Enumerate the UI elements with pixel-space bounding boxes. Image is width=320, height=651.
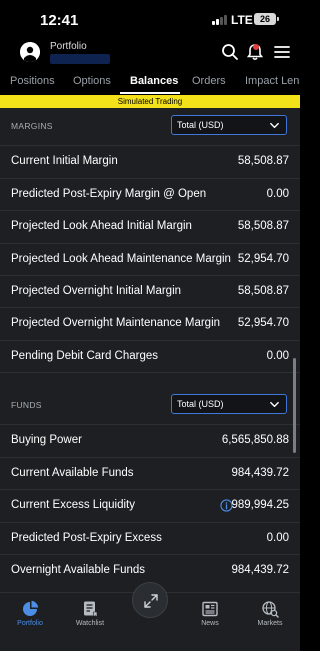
currency-select-label: Total (USD): [177, 120, 224, 130]
row-label: Current Available Funds: [11, 467, 134, 479]
tab-options[interactable]: Options: [73, 75, 111, 87]
row-label: Predicted Post-Expiry Excess: [11, 532, 162, 544]
row-value: 0.00: [266, 350, 289, 362]
tab-positions[interactable]: Positions: [10, 75, 55, 87]
battery-icon: 26: [254, 13, 279, 25]
row-value: 6,565,850.88: [221, 434, 289, 446]
nav-news[interactable]: News: [180, 593, 240, 651]
network-label: LTE: [231, 13, 253, 27]
nav-label: Watchlist: [75, 620, 105, 627]
row-value: 52,954.70: [237, 253, 289, 265]
row-divider: [0, 372, 300, 373]
row-label: Projected Look Ahead Initial Margin: [11, 220, 192, 232]
margins-currency-select[interactable]: Total (USD): [171, 115, 287, 135]
balance-row: Predicted Post-Expiry Excess 0.00: [0, 522, 300, 554]
row-label: Pending Debit Card Charges: [11, 350, 159, 362]
balance-row: Projected Overnight Initial Margin 58,50…: [0, 275, 300, 307]
tab-impact-lens[interactable]: Impact Lens: [245, 75, 300, 87]
app-header: Portfolio: [0, 38, 300, 70]
balances-panel: MARGINS Total (USD) Current Initial Marg…: [0, 108, 300, 592]
page-title: Portfolio: [50, 41, 87, 52]
row-value: 58,508.87: [237, 220, 289, 232]
bottom-nav: Portfolio Watchlist News Markets: [0, 582, 300, 651]
simulated-trading-banner: Simulated Trading: [0, 95, 300, 108]
balance-row: Projected Look Ahead Maintenance Margin …: [0, 243, 300, 275]
row-label: Projected Overnight Maintenance Margin: [11, 317, 221, 329]
account-id-redacted: [50, 54, 110, 64]
balance-row: Projected Look Ahead Initial Margin 58,5…: [0, 210, 300, 242]
avatar[interactable]: [20, 42, 40, 62]
tab-balances[interactable]: Balances: [130, 75, 178, 87]
balance-row: Buying Power 6,565,850.88: [0, 424, 300, 456]
notification-badge: [253, 44, 259, 50]
row-value: 58,508.87: [237, 155, 289, 167]
portfolio-tabs: Positions Options Balances Orders Impact…: [0, 70, 300, 94]
row-value: 0.00: [266, 188, 289, 200]
row-label: Predicted Post-Expiry Margin @ Open: [11, 188, 207, 200]
currency-select-label: Total (USD): [177, 399, 224, 409]
balance-row: Current Initial Margin 58,508.87: [0, 145, 300, 177]
active-tab-indicator: [120, 92, 180, 94]
row-label: Current Excess Liquidity: [11, 499, 135, 511]
nav-label: News: [201, 620, 219, 627]
newspaper-icon: [202, 601, 218, 617]
row-label: Current Initial Margin: [11, 155, 118, 167]
row-label: Overnight Available Funds: [11, 564, 146, 576]
row-label: Projected Look Ahead Maintenance Margin: [11, 253, 231, 265]
balance-row: Current Excess Liquidity 989,994.25: [0, 489, 300, 521]
globe-search-icon: [262, 601, 279, 618]
row-value: 52,954.70: [237, 317, 289, 329]
balance-row: Pending Debit Card Charges 0.00: [0, 340, 300, 372]
balance-row: Projected Overnight Maintenance Margin 5…: [0, 307, 300, 339]
row-value: 989,994.25: [231, 499, 289, 511]
search-icon[interactable]: [220, 42, 240, 62]
balance-row: Predicted Post-Expiry Margin @ Open 0.00: [0, 178, 300, 210]
tab-orders[interactable]: Orders: [192, 75, 226, 87]
nav-label: Portfolio: [17, 620, 43, 627]
nav-label: Markets: [257, 620, 283, 627]
chevron-down-icon: [270, 122, 279, 129]
chevron-down-icon: [270, 401, 279, 408]
status-bar: 12:41 LTE 26: [0, 0, 300, 38]
pie-chart-icon: [23, 600, 39, 616]
scrollbar[interactable]: [293, 358, 296, 453]
balance-row: Current Available Funds 984,439.72: [0, 457, 300, 489]
trade-button[interactable]: [132, 582, 168, 618]
funds-section-header: FUNDS Total (USD): [0, 387, 300, 423]
funds-title: FUNDS: [11, 400, 42, 410]
signal-icon: [212, 15, 228, 25]
watchlist-icon: [84, 601, 98, 618]
row-label: Buying Power: [11, 434, 82, 446]
funds-currency-select[interactable]: Total (USD): [171, 394, 287, 414]
nav-portfolio[interactable]: Portfolio: [0, 593, 60, 651]
row-label: Projected Overnight Initial Margin: [11, 285, 182, 297]
margins-title: MARGINS: [11, 121, 53, 131]
status-time: 12:41: [40, 12, 79, 29]
trade-arrows-icon: [144, 594, 158, 608]
nav-markets[interactable]: Markets: [240, 593, 300, 651]
menu-icon[interactable]: [272, 42, 292, 62]
row-value: 984,439.72: [231, 564, 289, 576]
row-value: 0.00: [266, 532, 289, 544]
row-value: 58,508.87: [237, 285, 289, 297]
margins-section-header: MARGINS Total (USD): [0, 108, 300, 144]
nav-watchlist[interactable]: Watchlist: [60, 593, 120, 651]
row-value: 984,439.72: [231, 467, 289, 479]
